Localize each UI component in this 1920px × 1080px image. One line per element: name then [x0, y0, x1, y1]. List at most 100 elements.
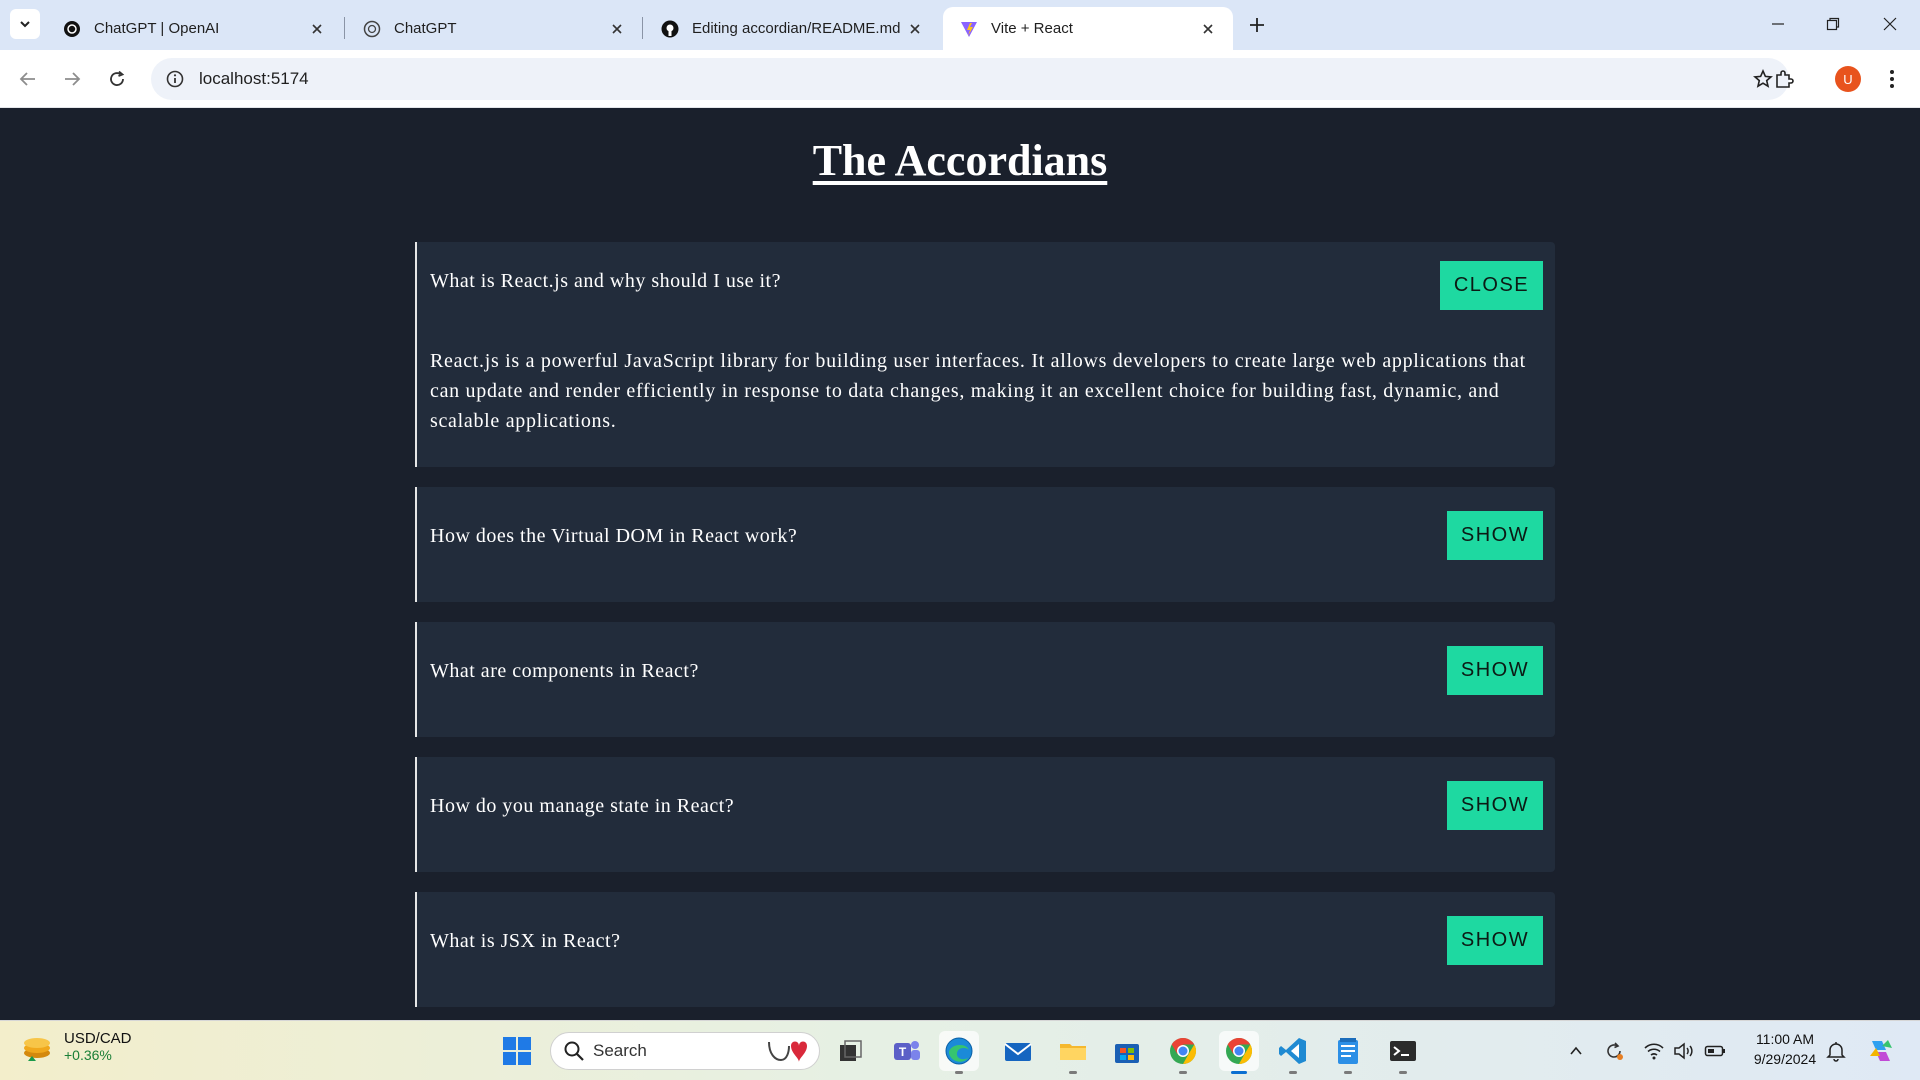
active-indicator — [1231, 1071, 1247, 1074]
accordion-item: How do you manage state in React? SHOW — [415, 757, 1555, 872]
github-icon — [660, 19, 680, 39]
wifi-tray-icon[interactable] — [1643, 1040, 1665, 1062]
mail-button[interactable] — [998, 1031, 1038, 1071]
tab-title: Editing accordian/README.md — [692, 20, 901, 37]
file-explorer-button[interactable] — [1053, 1031, 1093, 1074]
volume-tray-icon[interactable] — [1673, 1040, 1695, 1062]
tab-github-readme[interactable]: Editing accordian/README.md — [644, 7, 940, 50]
reload-icon — [110, 70, 125, 86]
show-button[interactable]: SHOW — [1447, 916, 1543, 965]
restore-button[interactable] — [1810, 8, 1856, 40]
browser-tab-strip: ChatGPT | OpenAI ChatGPT Editing accordi… — [0, 0, 1920, 50]
teams-button[interactable]: T — [887, 1031, 927, 1071]
tab-search-button[interactable] — [10, 9, 40, 39]
tab-vite-react[interactable]: Vite + React — [943, 7, 1233, 50]
close-tab-icon[interactable] — [1197, 18, 1219, 40]
task-view-button[interactable] — [831, 1031, 871, 1071]
speaker-icon — [1674, 1042, 1693, 1060]
accordion-question: What is JSX in React? — [430, 930, 621, 952]
notepad-button[interactable] — [1328, 1031, 1368, 1074]
reload-button[interactable] — [101, 63, 133, 95]
taskbar-clock[interactable]: 11:00 AM 9/29/2024 — [1740, 1029, 1830, 1069]
taskbar: USD/CAD +0.36% Search T 11:00 AM 9/29/20… — [0, 1020, 1920, 1080]
accordion-item: What is JSX in React? SHOW — [415, 892, 1555, 1007]
arrow-right-icon — [65, 72, 81, 86]
store-button[interactable] — [1107, 1031, 1147, 1071]
close-icon — [1883, 17, 1897, 31]
accordion-item: How does the Virtual DOM in React work? … — [415, 487, 1555, 602]
close-tab-icon[interactable] — [306, 18, 328, 40]
chevron-up-icon — [1570, 1046, 1582, 1055]
start-button[interactable] — [497, 1031, 537, 1071]
running-indicator — [1069, 1071, 1077, 1074]
accordion-answer: React.js is a powerful JavaScript librar… — [430, 350, 1526, 432]
terminal-icon — [1390, 1041, 1416, 1061]
teams-icon: T — [894, 1041, 920, 1060]
page-viewport: The Accordians What is React.js and why … — [0, 109, 1920, 1020]
tab-chatgpt[interactable]: ChatGPT — [346, 7, 642, 50]
forward-button[interactable] — [56, 63, 88, 95]
accordion-question: How does the Virtual DOM in React work? — [430, 525, 798, 547]
windows-logo-icon — [503, 1037, 531, 1065]
tab-chatgpt-openai[interactable]: ChatGPT | OpenAI — [46, 7, 342, 50]
extensions-button[interactable] — [1768, 63, 1800, 95]
puzzle-icon — [1776, 70, 1794, 88]
sync-tray-icon[interactable] — [1603, 1040, 1625, 1062]
restore-icon — [1826, 17, 1840, 31]
address-bar[interactable]: localhost:5174 — [151, 58, 1789, 100]
battery-tray-icon[interactable] — [1704, 1040, 1726, 1062]
show-hidden-icons-button[interactable] — [1565, 1040, 1587, 1062]
search-icon — [564, 1041, 584, 1061]
running-indicator — [1179, 1071, 1187, 1074]
profile-avatar[interactable]: U — [1835, 66, 1861, 92]
notifications-button[interactable] — [1825, 1040, 1847, 1062]
vscode-button[interactable] — [1273, 1031, 1313, 1074]
site-info-icon[interactable] — [163, 67, 187, 91]
chrome-profile-button[interactable] — [1163, 1031, 1203, 1074]
vscode-icon — [1279, 1038, 1306, 1064]
wifi-icon — [1644, 1043, 1664, 1060]
close-tab-icon[interactable] — [606, 18, 628, 40]
back-button[interactable] — [12, 63, 44, 95]
show-button[interactable]: SHOW — [1447, 646, 1543, 695]
running-indicator — [1399, 1071, 1407, 1074]
tab-title: Vite + React — [991, 20, 1073, 37]
sync-icon — [1607, 1042, 1623, 1060]
widget-label: USD/CAD — [64, 1029, 132, 1047]
accordion-question: What are components in React? — [430, 660, 699, 682]
mail-icon — [1004, 1043, 1032, 1061]
search-highlight-icon — [768, 1041, 807, 1062]
arrow-left-icon — [19, 72, 35, 86]
chrome-icon — [1226, 1037, 1253, 1065]
running-indicator — [1344, 1071, 1352, 1074]
close-tab-icon[interactable] — [904, 18, 926, 40]
bell-icon — [1826, 1042, 1846, 1062]
taskbar-search[interactable]: Search — [550, 1032, 820, 1070]
openai-icon — [62, 19, 82, 39]
clock-date: 9/29/2024 — [1753, 1051, 1817, 1067]
task-view-icon — [840, 1040, 862, 1061]
tab-separator — [642, 17, 643, 39]
copilot-icon — [1870, 1040, 1892, 1061]
show-button[interactable]: SHOW — [1447, 511, 1543, 560]
tab-title: ChatGPT — [394, 20, 457, 37]
battery-icon — [1704, 1045, 1725, 1057]
chrome-button[interactable] — [1219, 1031, 1259, 1074]
browser-menu-button[interactable] — [1880, 63, 1904, 95]
store-icon — [1115, 1044, 1139, 1063]
accordion-item: What are components in React? SHOW — [415, 622, 1555, 737]
show-button[interactable]: SHOW — [1447, 781, 1543, 830]
url-text[interactable]: localhost:5174 — [199, 69, 309, 89]
openai-icon — [362, 19, 382, 39]
edge-button[interactable] — [939, 1031, 979, 1074]
close-window-button[interactable] — [1867, 8, 1913, 40]
close-button[interactable]: CLOSE — [1440, 261, 1543, 310]
minimize-button[interactable] — [1755, 8, 1801, 40]
chrome-icon — [1170, 1037, 1197, 1065]
widget-value: +0.36% — [64, 1046, 112, 1063]
terminal-button[interactable] — [1383, 1031, 1423, 1074]
copilot-button[interactable] — [1865, 1035, 1897, 1067]
currency-widget[interactable]: USD/CAD +0.36% — [20, 1029, 132, 1063]
clock-time: 11:00 AM — [1755, 1031, 1815, 1047]
new-tab-button[interactable] — [1243, 11, 1271, 39]
